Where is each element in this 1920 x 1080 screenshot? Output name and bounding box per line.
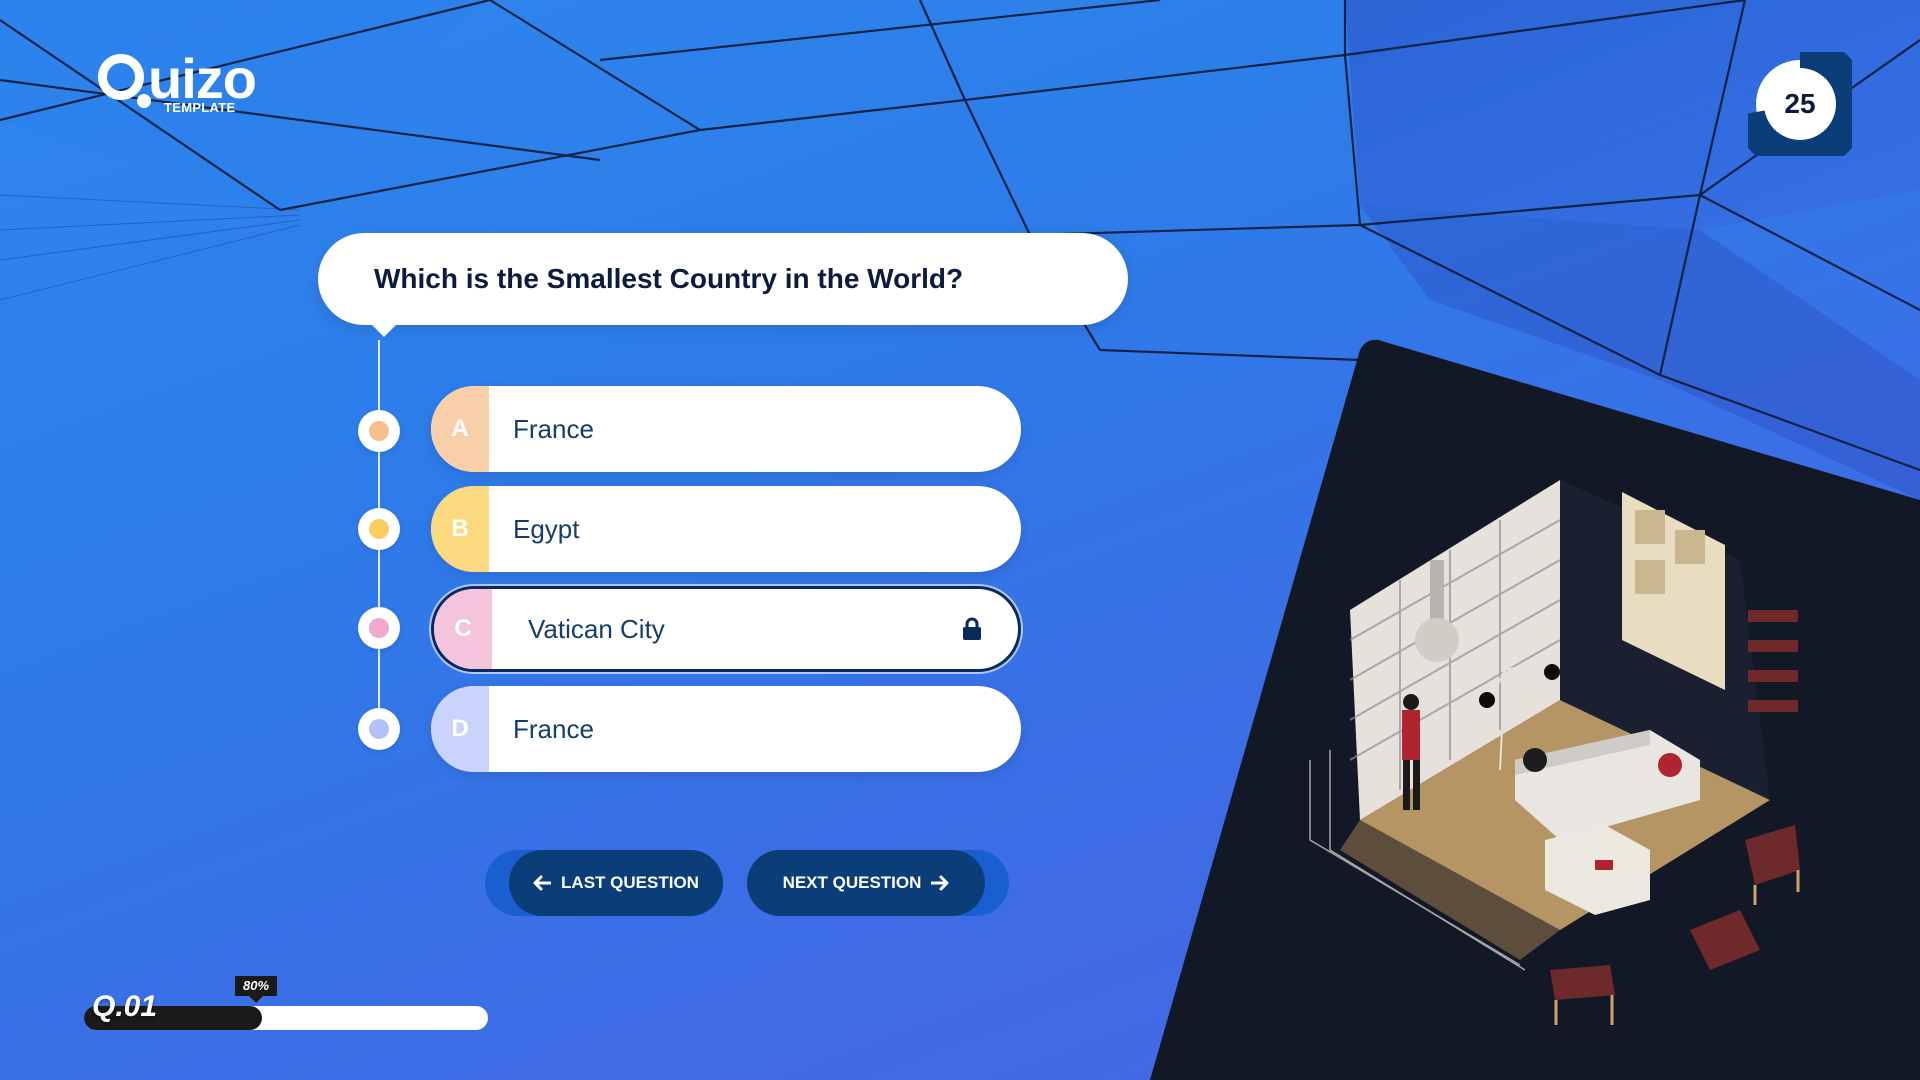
answer-option-b[interactable]: B Egypt xyxy=(431,486,1021,572)
option-letter: D xyxy=(431,686,489,772)
progress-percent-tooltip: 80% xyxy=(234,976,278,1003)
answer-option-d[interactable]: D France xyxy=(431,686,1021,772)
option-label: France xyxy=(513,414,594,444)
arrow-right-icon xyxy=(931,875,949,891)
last-question-button-body[interactable]: LAST QUESTION xyxy=(509,850,723,916)
option-label: Vatican City xyxy=(528,614,665,644)
answer-option-a[interactable]: A France xyxy=(431,386,1021,472)
option-label: France xyxy=(513,714,594,744)
logo-subtitle: TEMPLATE xyxy=(164,100,236,115)
last-question-button[interactable]: LAST QUESTION xyxy=(485,850,723,916)
next-question-button[interactable]: NEXT QUESTION xyxy=(747,850,1009,916)
option-letter: B xyxy=(431,486,489,572)
last-question-label: LAST QUESTION xyxy=(561,873,699,892)
quiz-progress: Q.01 80% xyxy=(84,970,490,1030)
option-letter: C xyxy=(434,589,492,669)
option-marker-a xyxy=(358,410,400,452)
option-marker-c xyxy=(358,607,400,649)
question-bubble: Which is the Smallest Country in the Wor… xyxy=(318,233,1128,337)
timer-value: 25 xyxy=(1784,88,1816,119)
option-marker-dot xyxy=(369,719,389,739)
arrow-left-icon xyxy=(533,875,552,891)
quizo-logo: uizo TEMPLATE xyxy=(98,47,298,120)
next-question-label: NEXT QUESTION xyxy=(782,873,922,892)
option-marker-dot xyxy=(369,421,389,441)
logo-q-mark xyxy=(98,54,144,100)
question-number: Q.01 xyxy=(92,990,158,1023)
option-marker-b xyxy=(358,508,400,550)
next-question-button-body[interactable]: NEXT QUESTION xyxy=(747,850,985,916)
lock-icon xyxy=(962,589,982,669)
option-label: Egypt xyxy=(513,514,580,544)
answer-option-c[interactable]: C Vatican City xyxy=(431,586,1021,672)
option-marker-dot xyxy=(369,618,389,638)
question-text: Which is the Smallest Country in the Wor… xyxy=(374,263,964,294)
option-marker-d xyxy=(358,708,400,750)
option-letter: A xyxy=(431,386,489,472)
countdown-timer: 25 xyxy=(1732,36,1868,172)
option-marker-dot xyxy=(369,519,389,539)
